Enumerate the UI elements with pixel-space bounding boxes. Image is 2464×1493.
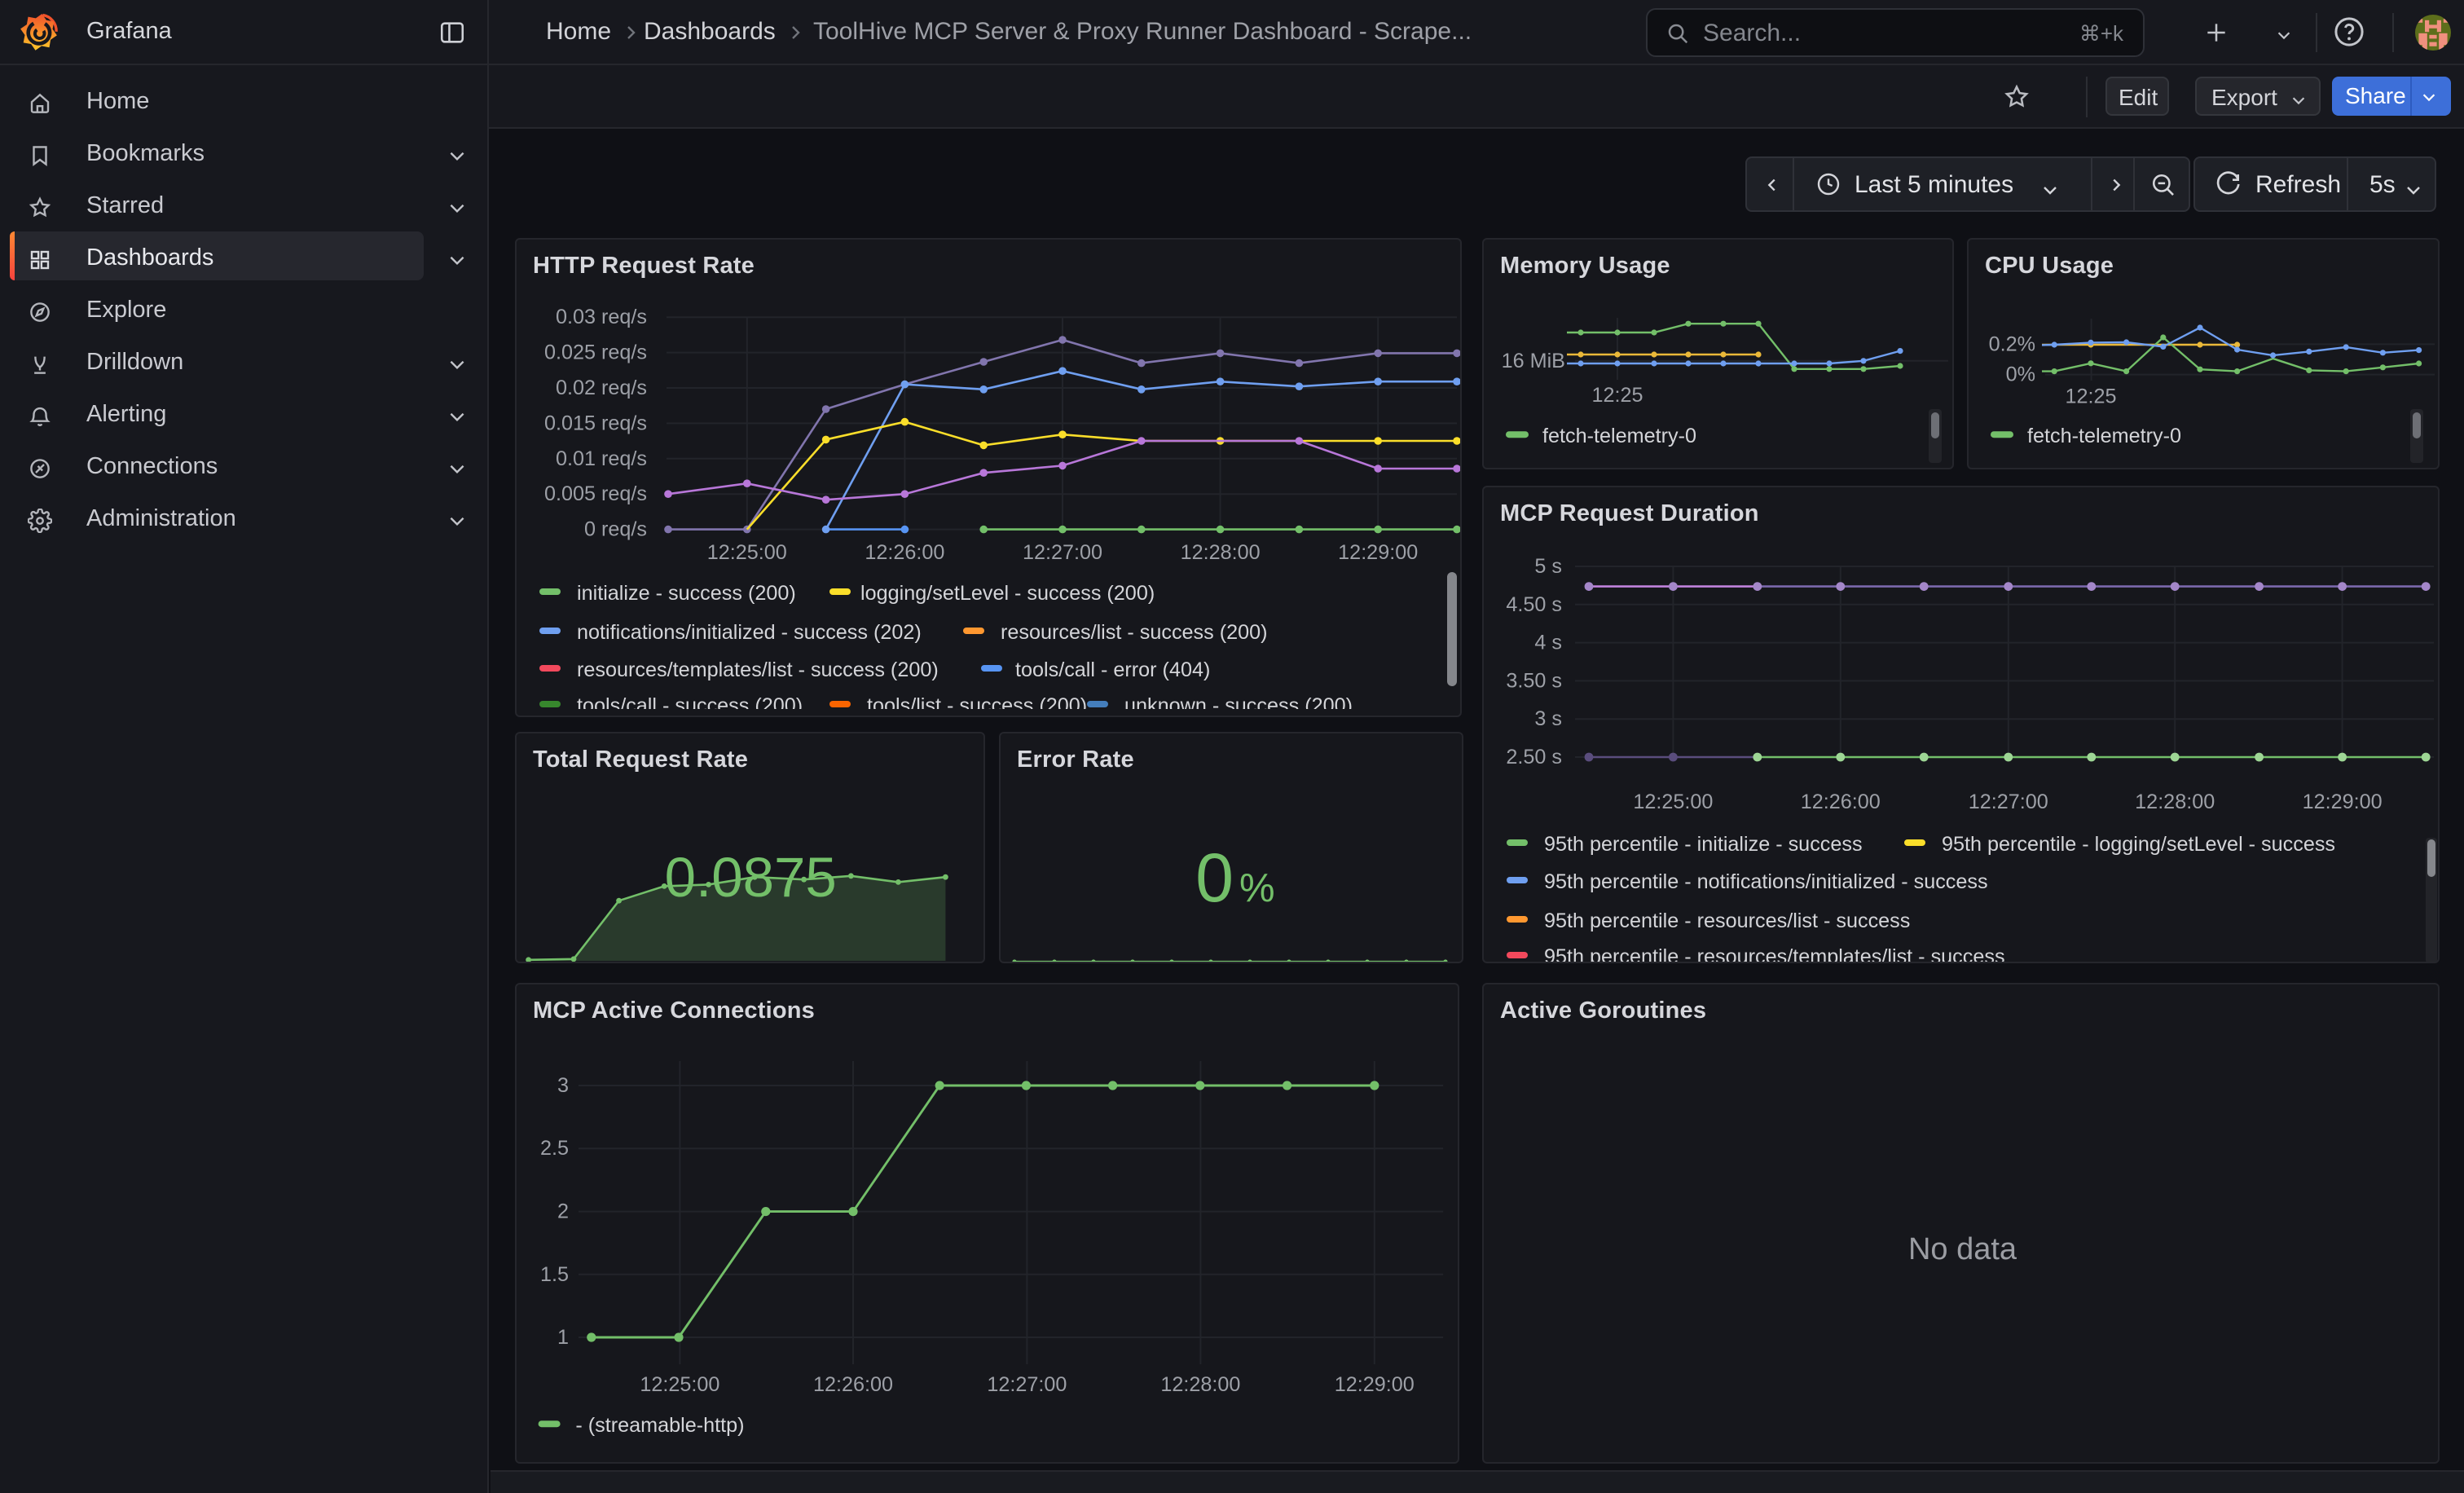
svg-text:0.0875: 0.0875 bbox=[665, 846, 837, 909]
svg-text:4.50 s: 4.50 s bbox=[1506, 593, 1562, 616]
svg-text:12:26:00: 12:26:00 bbox=[1801, 791, 1881, 813]
svg-text:3: 3 bbox=[557, 1074, 569, 1097]
svg-text:2: 2 bbox=[557, 1200, 569, 1223]
svg-text:12:28:00: 12:28:00 bbox=[2135, 791, 2215, 813]
svg-text:95th percentile - resources/li: 95th percentile - resources/list - succe… bbox=[1544, 909, 1910, 932]
svg-text:0 req/s: 0 req/s bbox=[584, 518, 647, 541]
svg-text:2.5: 2.5 bbox=[540, 1137, 569, 1160]
svg-text:12:25:00: 12:25:00 bbox=[1633, 791, 1713, 813]
svg-text:3 s: 3 s bbox=[1534, 707, 1562, 730]
svg-text:0: 0 bbox=[1195, 839, 1234, 916]
svg-text:12:27:00: 12:27:00 bbox=[1023, 541, 1102, 564]
svg-text:tools/call - success (200): tools/call - success (200) bbox=[577, 694, 803, 709]
svg-text:fetch-telemetry-0: fetch-telemetry-0 bbox=[2027, 425, 2181, 447]
svg-text:95th percentile - initialize -: 95th percentile - initialize - success bbox=[1544, 833, 1863, 856]
svg-text:95th percentile - notification: 95th percentile - notifications/initiali… bbox=[1544, 870, 1988, 893]
svg-text:12:27:00: 12:27:00 bbox=[987, 1373, 1067, 1396]
svg-text:5 s: 5 s bbox=[1534, 555, 1562, 578]
svg-text:0%: 0% bbox=[2006, 363, 2035, 386]
svg-text:16 MiB: 16 MiB bbox=[1502, 350, 1565, 372]
svg-text:12:25:00: 12:25:00 bbox=[707, 541, 787, 564]
svg-text:unknown - success (200): unknown - success (200) bbox=[1124, 694, 1353, 709]
svg-text:0.03 req/s: 0.03 req/s bbox=[556, 306, 647, 328]
svg-text:0.025 req/s: 0.025 req/s bbox=[544, 341, 647, 364]
svg-text:12:25:00: 12:25:00 bbox=[640, 1373, 719, 1396]
svg-text:resources/templates/list - suc: resources/templates/list - success (200) bbox=[577, 658, 939, 681]
svg-text:3.50 s: 3.50 s bbox=[1506, 669, 1562, 692]
svg-text:12:26:00: 12:26:00 bbox=[813, 1373, 893, 1396]
svg-text:4 s: 4 s bbox=[1534, 632, 1562, 654]
svg-text:95th percentile - resources/te: 95th percentile - resources/templates/li… bbox=[1544, 945, 2005, 962]
svg-text:tools/list - success (200): tools/list - success (200) bbox=[867, 694, 1087, 709]
svg-text:12:27:00: 12:27:00 bbox=[1969, 791, 2048, 813]
svg-text:tools/call - error (404): tools/call - error (404) bbox=[1015, 658, 1210, 681]
svg-text:12:28:00: 12:28:00 bbox=[1181, 541, 1261, 564]
svg-text:12:28:00: 12:28:00 bbox=[1160, 1373, 1240, 1396]
svg-text:initialize - success (200): initialize - success (200) bbox=[577, 582, 796, 605]
svg-text:95th percentile - logging/setL: 95th percentile - logging/setLevel - suc… bbox=[1942, 833, 2335, 856]
svg-text:1.5: 1.5 bbox=[540, 1263, 569, 1286]
svg-text:12:25: 12:25 bbox=[2065, 385, 2116, 408]
svg-text:12:29:00: 12:29:00 bbox=[1335, 1373, 1415, 1396]
svg-text:12:25: 12:25 bbox=[1591, 384, 1643, 407]
svg-text:notifications/initialized - su: notifications/initialized - success (202… bbox=[577, 621, 922, 644]
svg-text:0.2%: 0.2% bbox=[1989, 333, 2035, 355]
svg-text:12:29:00: 12:29:00 bbox=[2303, 791, 2383, 813]
svg-text:1: 1 bbox=[557, 1326, 569, 1349]
svg-text:0.015 req/s: 0.015 req/s bbox=[544, 412, 647, 434]
svg-text:logging/setLevel - success (20: logging/setLevel - success (200) bbox=[860, 582, 1155, 605]
svg-text:%: % bbox=[1239, 866, 1275, 910]
svg-text:0.01 req/s: 0.01 req/s bbox=[556, 447, 647, 470]
svg-text:resources/list - success (200): resources/list - success (200) bbox=[1001, 621, 1268, 644]
svg-text:fetch-telemetry-0: fetch-telemetry-0 bbox=[1542, 425, 1696, 447]
svg-text:12:29:00: 12:29:00 bbox=[1338, 541, 1418, 564]
svg-text:- (streamable-http): - (streamable-http) bbox=[575, 1414, 744, 1437]
svg-text:2.50 s: 2.50 s bbox=[1506, 746, 1562, 769]
svg-text:12:26:00: 12:26:00 bbox=[865, 541, 944, 564]
svg-text:0.005 req/s: 0.005 req/s bbox=[544, 482, 647, 505]
svg-text:0.02 req/s: 0.02 req/s bbox=[556, 377, 647, 399]
